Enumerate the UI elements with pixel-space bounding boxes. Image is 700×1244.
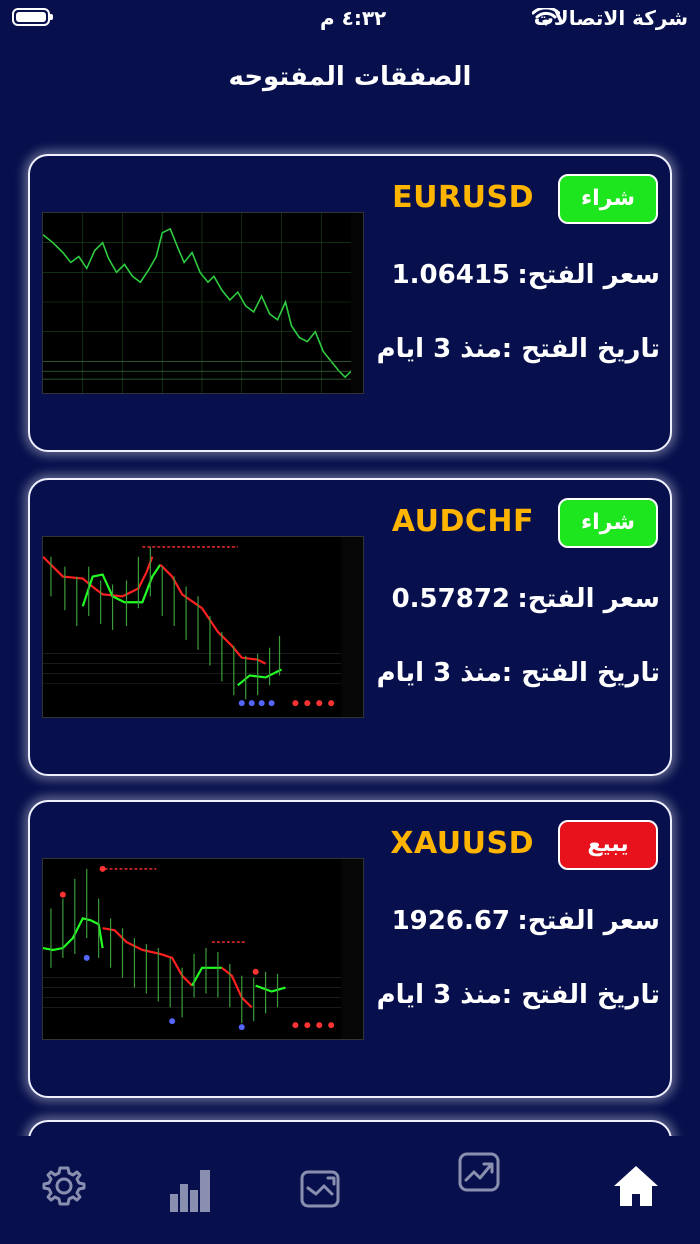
trade-card[interactable]: شراء AUDCHF سعر الفتح: 0.57872 تاريخ الف… <box>28 478 672 776</box>
open-price-value: 0.57872 <box>391 584 510 614</box>
open-price-label: سعر الفتح: <box>517 584 660 614</box>
stats-icon[interactable] <box>168 1166 216 1214</box>
open-date-label: تاريخ الفتح : <box>501 980 660 1010</box>
open-date-row: تاريخ الفتح : منذ 3 ايام <box>377 658 660 698</box>
home-icon[interactable] <box>612 1162 660 1210</box>
open-date-value: منذ 3 ايام <box>376 334 502 364</box>
status-bar: ٤:٣٢ م شركة الاتصالات <box>0 0 700 40</box>
open-price-label: سعر الفتح: <box>517 260 660 290</box>
open-price-row: سعر الفتح: 1926.67 <box>392 906 660 946</box>
side-badge: شراء <box>558 498 658 548</box>
open-price-row: سعر الفتح: 0.57872 <box>392 584 660 624</box>
battery-icon <box>12 8 53 26</box>
trade-card[interactable]: شراء EURUSD سعر الفتح: 1.06415 تاريخ الف… <box>28 154 672 452</box>
trade-symbol: EURUSD <box>392 180 534 215</box>
open-date-row: تاريخ الفتح : منذ 3 ايام <box>377 980 660 1020</box>
tab-bar <box>0 1136 700 1244</box>
open-price-label: سعر الفتح: <box>517 906 660 936</box>
open-date-row: تاريخ الفتح : منذ 3 ايام <box>377 334 660 374</box>
open-date-label: تاريخ الفتح : <box>501 334 660 364</box>
side-badge: شراء <box>558 174 658 224</box>
carrier-name: شركة الاتصالات <box>533 6 688 30</box>
open-price-row: سعر الفتح: 1.06415 <box>392 260 660 300</box>
open-date-label: تاريخ الفتح : <box>501 658 660 688</box>
settings-icon[interactable] <box>40 1162 88 1210</box>
trade-symbol: AUDCHF <box>391 504 534 539</box>
open-price-value: 1.06415 <box>391 260 510 290</box>
page-title: الصفقات المفتوحه <box>228 62 472 92</box>
open-date-value: منذ 3 ايام <box>376 980 502 1010</box>
open-price-value: 1926.67 <box>391 906 510 936</box>
status-time: ٤:٣٢ م <box>320 6 387 30</box>
trade-chart <box>42 858 364 1040</box>
trade-chart <box>42 212 364 394</box>
gallery-icon[interactable] <box>296 1164 344 1212</box>
trade-symbol: XAUUSD <box>390 826 534 861</box>
trending-icon[interactable] <box>456 1148 504 1196</box>
trade-card[interactable]: يبيع XAUUSD سعر الفتح: 1926.67 تاريخ الف… <box>28 800 672 1098</box>
trade-chart <box>42 536 364 718</box>
open-date-value: منذ 3 ايام <box>376 658 502 688</box>
side-badge: يبيع <box>558 820 658 870</box>
